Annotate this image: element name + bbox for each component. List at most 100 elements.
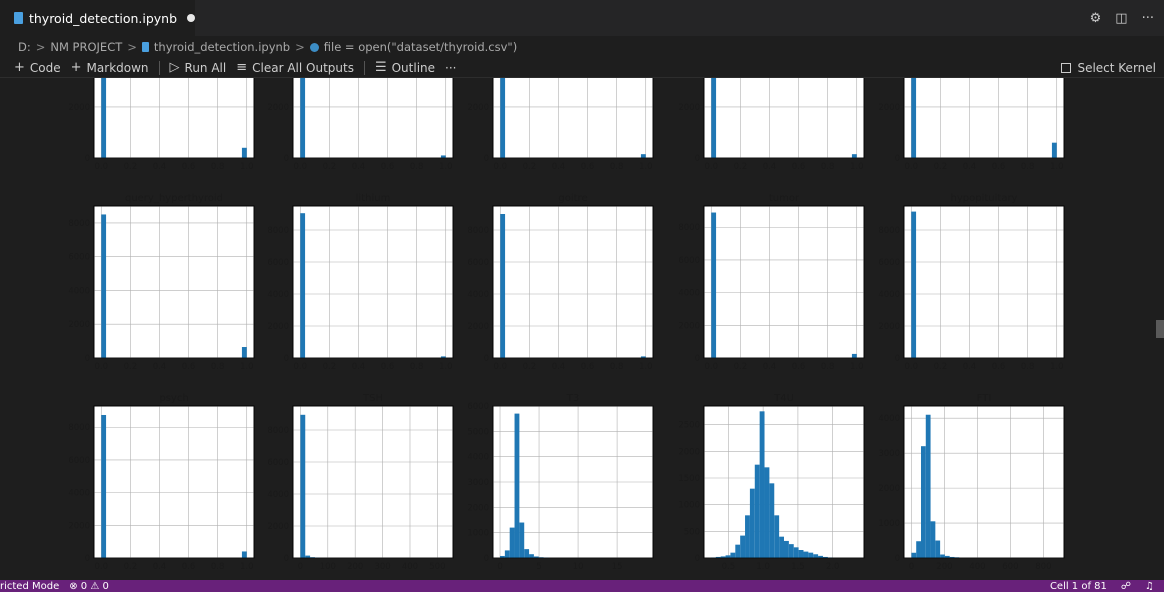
clear-outputs-button[interactable]: ≡ Clear All Outputs	[236, 60, 354, 75]
outline-icon: ☰	[374, 60, 387, 75]
x-tick-label: 2.0	[826, 562, 840, 572]
y-tick-label: 2000	[467, 322, 489, 332]
problems-indicator[interactable]: ⊗ 0 ⚠ 0	[69, 581, 109, 592]
chart-title: psych	[159, 393, 188, 404]
x-tick-label: 1.0	[1050, 362, 1064, 372]
notifications-icon[interactable]: ♫	[1145, 581, 1154, 592]
x-tick-label: 200	[347, 562, 363, 572]
plot-area	[903, 205, 1065, 359]
histogram-bar	[920, 446, 926, 558]
y-tick-label: 2500	[678, 421, 700, 431]
histogram-bar	[300, 78, 306, 158]
x-tick-label: 1.0	[439, 362, 453, 372]
histogram-top-row-3: 0.00.20.40.60.81.0020004000	[678, 78, 865, 172]
histogram-bar	[851, 154, 857, 158]
toolbar-more-button[interactable]: ···	[445, 61, 456, 75]
y-tick-label: 0	[895, 154, 900, 164]
histogram-bar	[504, 550, 510, 558]
x-tick-label: 600	[1002, 562, 1018, 572]
run-all-button[interactable]: ▷ Run All	[170, 60, 227, 75]
x-tick-label: 0.8	[410, 162, 424, 172]
y-tick-label: 8000	[878, 226, 900, 236]
breadcrumb-cell[interactable]: file = open("dataset/thyroid.csv")	[324, 40, 517, 54]
feedback-icon[interactable]: ☍	[1121, 581, 1131, 592]
cell-indicator[interactable]: Cell 1 of 81	[1050, 581, 1107, 592]
y-tick-label: 2000	[267, 522, 289, 532]
y-tick-label: 6000	[267, 458, 289, 468]
histogram-top-row-1: 0.00.20.40.60.81.0020004000	[267, 78, 454, 172]
histogram-TSH: 0 100 200 300 400 500 0 2000 4000 6000 8000 TSH	[267, 393, 454, 572]
histogram-bar	[509, 527, 515, 558]
histogram-bar	[925, 414, 931, 558]
y-tick-label: 8000	[678, 223, 700, 233]
notebook-icon	[14, 12, 23, 24]
y-tick-label: 0	[284, 154, 289, 164]
code-cell-icon	[309, 42, 319, 52]
tab-notebook[interactable]: thyroid_detection.ipynb	[0, 0, 195, 36]
select-kernel-button[interactable]: Select Kernel	[1061, 58, 1156, 78]
y-tick-label: 4000	[467, 453, 489, 463]
histogram-top-row-4: 0.00.20.40.60.81.0020004000	[878, 78, 1065, 172]
y-tick-label: 0	[284, 554, 289, 564]
y-tick-label: 1000	[678, 501, 700, 511]
x-tick-label: 0.8	[1021, 362, 1035, 372]
x-tick-label: 0.2	[523, 162, 537, 172]
tab-actions: ⚙ ◫ ···	[1090, 0, 1154, 36]
unsaved-dot-icon[interactable]	[187, 14, 195, 22]
y-tick-label: 500	[684, 527, 700, 537]
vertical-scrollbar[interactable]	[1156, 320, 1164, 338]
histogram-bar	[769, 483, 775, 558]
chart-title: tumor	[769, 193, 800, 204]
chart-title: TSH	[362, 393, 383, 404]
y-tick-label: 5000	[467, 427, 489, 437]
cell-output-area: 0.00.20.40.60.81.00200040000.00.20.40.60…	[0, 78, 1164, 580]
x-tick-label: 0.2	[934, 362, 948, 372]
y-tick-label: 2000	[678, 103, 700, 113]
outline-button[interactable]: ☰ Outline	[375, 60, 435, 75]
chart-title: hypopituitary	[951, 193, 1018, 204]
breadcrumb-file[interactable]: thyroid_detection.ipynb	[154, 40, 290, 54]
x-tick-label: 0.2	[523, 362, 537, 372]
breadcrumb-folder[interactable]: NM PROJECT	[50, 40, 122, 54]
histogram-bar	[808, 552, 814, 558]
restricted-mode-label[interactable]: ricted Mode	[0, 581, 59, 592]
x-tick-label: 1.0	[1050, 162, 1064, 172]
notebook-toolbar: + Code + Markdown ▷ Run All ≡ Clear All …	[0, 58, 1164, 78]
histogram-bar	[745, 515, 750, 558]
add-markdown-button[interactable]: + Markdown	[71, 60, 149, 75]
x-tick-label: 0.6	[992, 162, 1006, 172]
x-tick-label: 0.8	[211, 562, 225, 572]
x-tick-label: 0.4	[352, 162, 366, 172]
chart-title: T3	[566, 393, 579, 404]
x-tick-label: 0.0	[705, 362, 719, 372]
histogram-bar	[735, 544, 741, 558]
x-tick-label: 800	[1035, 562, 1051, 572]
x-tick-label: 0.2	[323, 362, 337, 372]
x-tick-label: 0.0	[705, 162, 719, 172]
y-tick-label: 0	[284, 354, 289, 364]
histogram-bar	[101, 414, 107, 558]
split-editor-icon[interactable]: ◫	[1115, 11, 1127, 26]
x-tick-label: 0.8	[211, 362, 225, 372]
add-code-button[interactable]: + Code	[14, 60, 61, 75]
breadcrumb-drive[interactable]: D:	[18, 40, 31, 54]
x-tick-label: 15	[612, 562, 623, 572]
histogram-bar	[300, 414, 306, 558]
x-tick-label: 1.0	[850, 362, 864, 372]
y-tick-label: 4000	[68, 286, 90, 296]
more-actions-icon[interactable]: ···	[1142, 11, 1154, 26]
y-tick-label: 8000	[68, 423, 90, 433]
histogram-bar	[754, 464, 760, 558]
y-tick-label: 6000	[68, 456, 90, 466]
x-tick-label: 0.2	[734, 362, 748, 372]
histogram-bar	[711, 212, 717, 358]
settings-icon[interactable]: ⚙	[1090, 11, 1102, 26]
histogram-bar	[500, 78, 506, 158]
histogram-bar	[711, 78, 717, 158]
histogram-bar	[524, 549, 530, 558]
y-tick-label: 1000	[878, 519, 900, 529]
y-tick-label: 6000	[678, 256, 700, 266]
histogram-bar	[749, 488, 755, 558]
y-tick-label: 8000	[467, 226, 489, 236]
histogram-bar	[640, 154, 646, 158]
